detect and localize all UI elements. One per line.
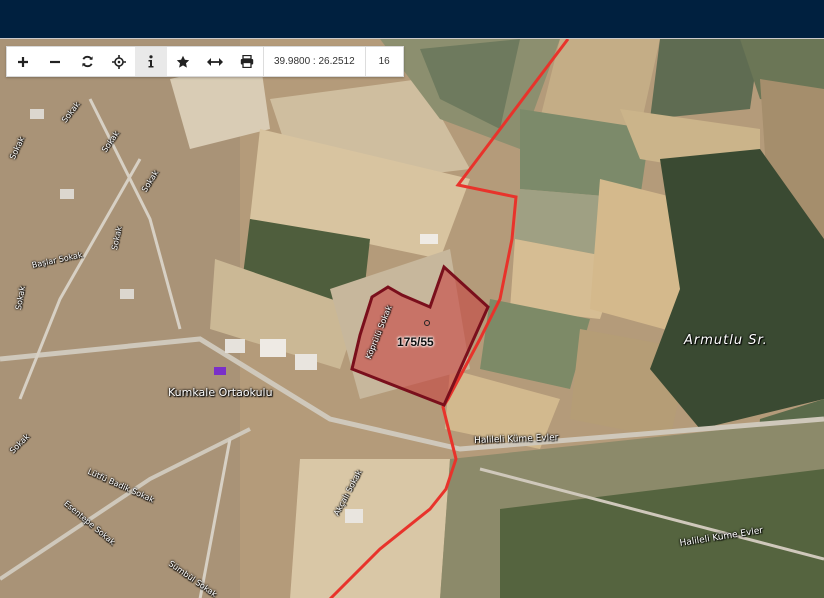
locate-icon — [112, 54, 126, 69]
print-button[interactable] — [231, 47, 263, 76]
locate-button[interactable] — [103, 47, 135, 76]
zoom-in-icon — [18, 56, 28, 67]
zoom-level-readout: 16 — [364, 47, 403, 76]
zoom-out-button[interactable] — [39, 47, 71, 76]
refresh-button[interactable] — [71, 47, 103, 76]
map-imagery — [0, 39, 824, 598]
zoom-in-button[interactable] — [7, 47, 39, 76]
satellite-map[interactable]: 39.9800 : 26.2512 16 175/55 Armutlu Sr. … — [0, 38, 824, 598]
info-icon — [148, 55, 154, 68]
map-toolbar: 39.9800 : 26.2512 16 — [6, 46, 404, 77]
top-header-bar — [0, 0, 824, 38]
star-icon — [176, 55, 190, 68]
favorite-button[interactable] — [167, 47, 199, 76]
info-button[interactable] — [135, 47, 167, 76]
measure-button[interactable] — [199, 47, 231, 76]
refresh-icon — [81, 55, 93, 68]
measure-icon — [207, 57, 223, 66]
coordinate-readout: 39.9800 : 26.2512 — [263, 47, 365, 76]
parcel-label: 175/55 — [397, 335, 434, 349]
print-icon — [240, 55, 254, 68]
place-label-armutlu: Armutlu Sr. — [684, 333, 768, 348]
zoom-out-icon — [50, 60, 60, 63]
place-label-kumkale-school: Kumkale Ortaokulu — [168, 386, 273, 399]
